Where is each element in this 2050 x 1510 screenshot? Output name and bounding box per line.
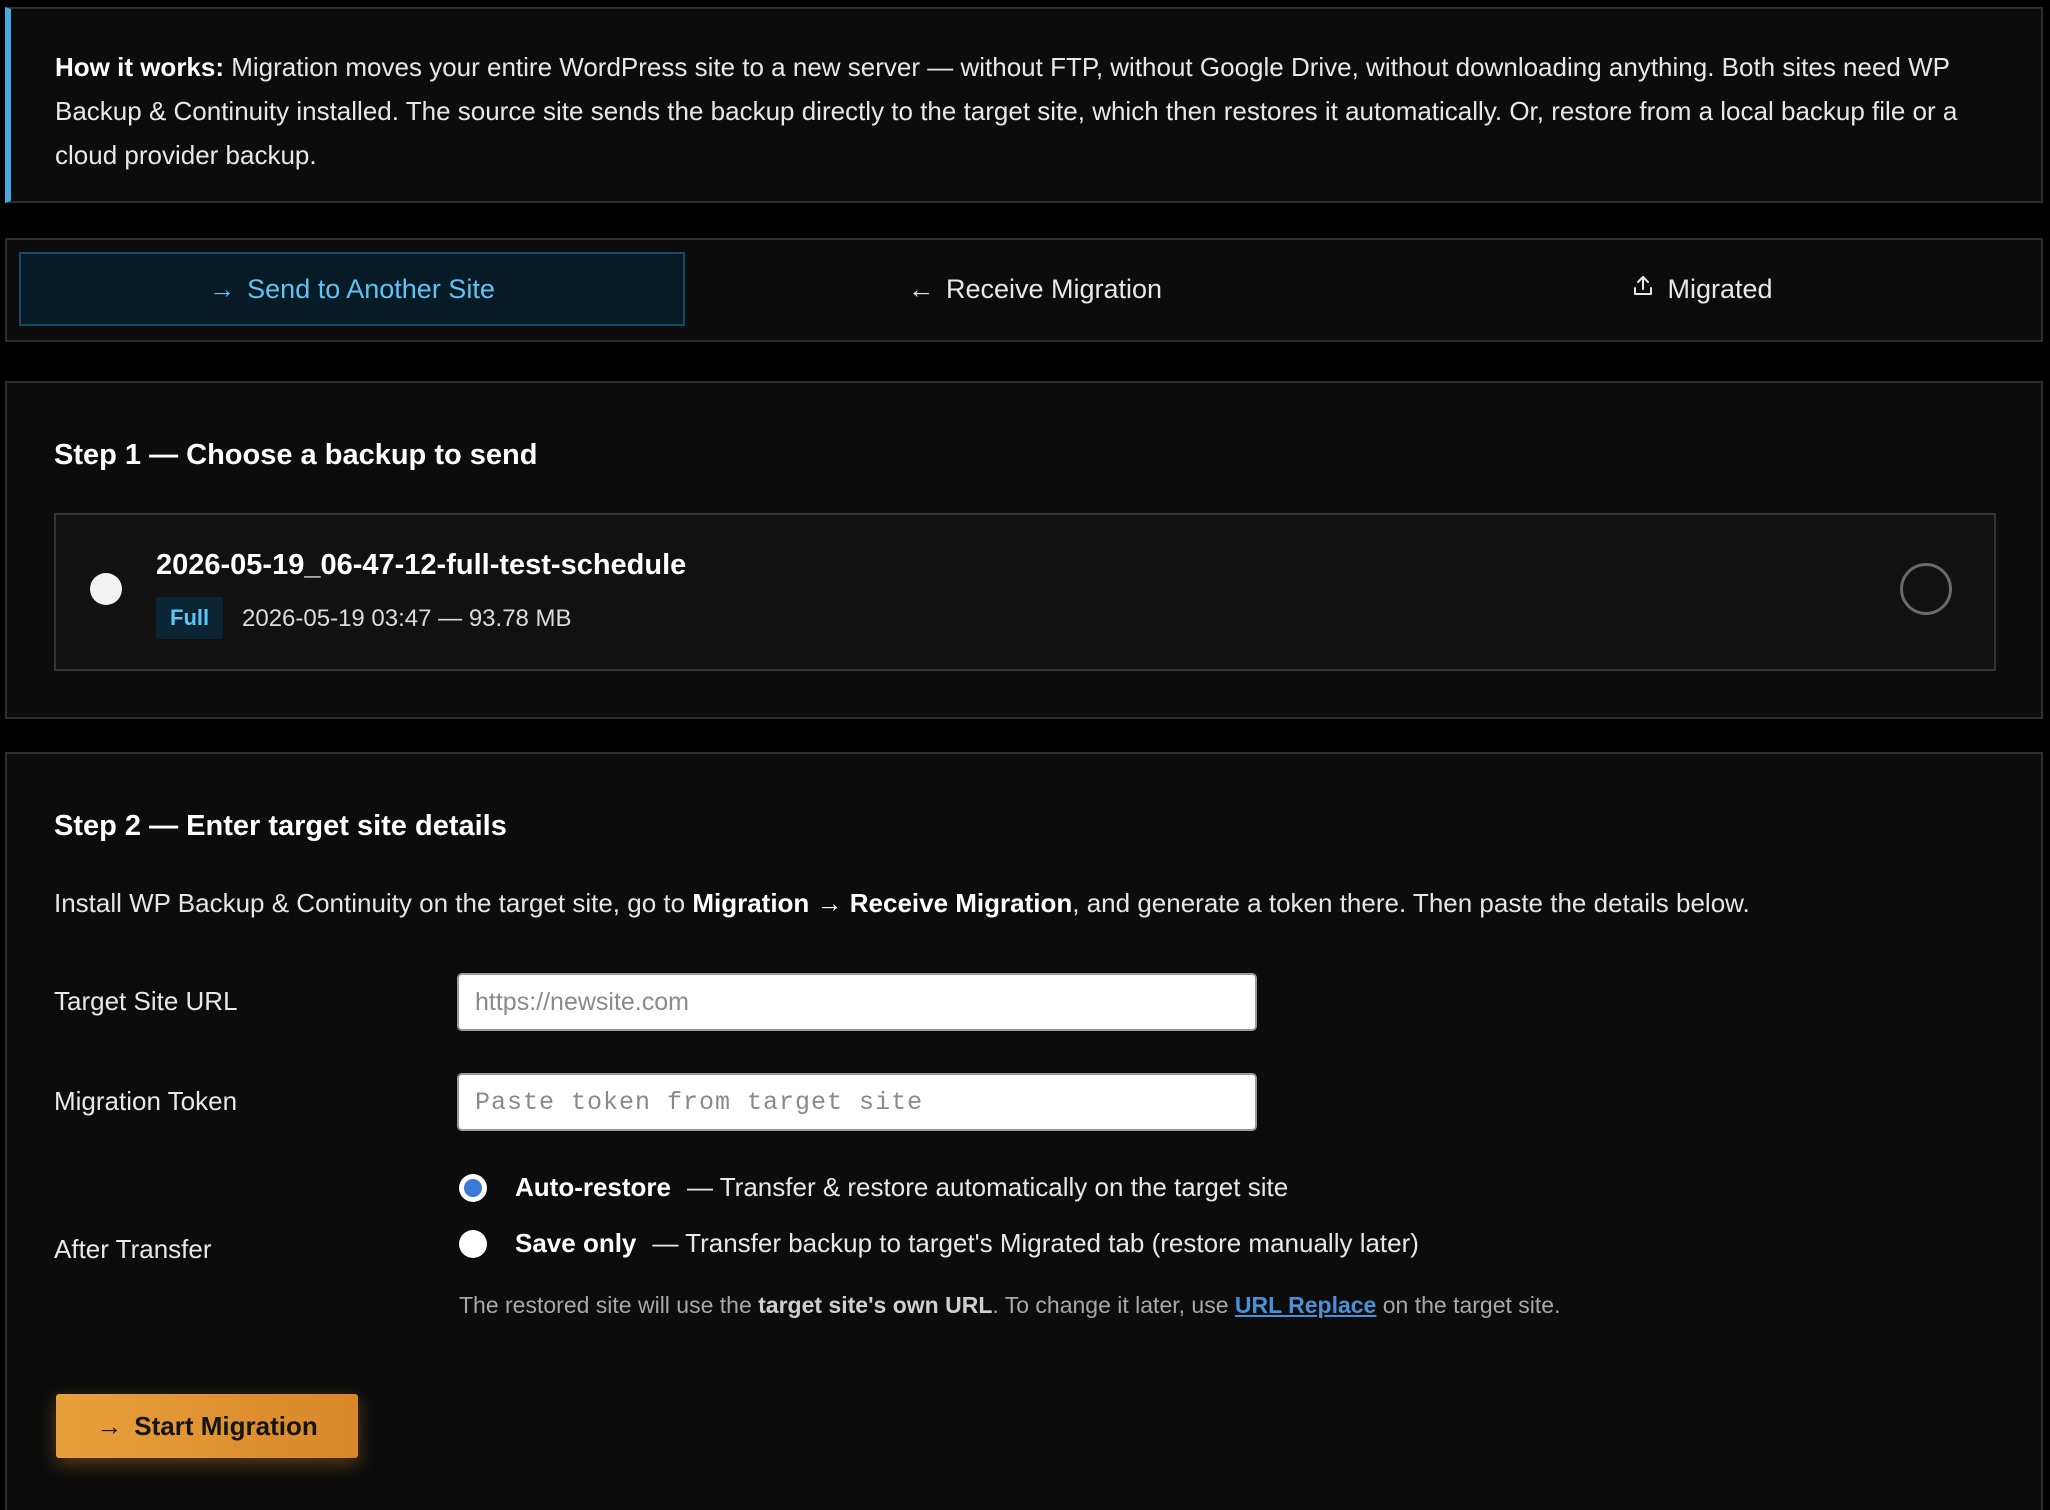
auto-restore-radio[interactable] — [459, 1173, 487, 1202]
step2-description: Install WP Backup & Continuity on the ta… — [54, 888, 1750, 919]
target-url-label: Target Site URL — [54, 986, 238, 1016]
migration-token-label: Migration Token — [54, 1086, 238, 1116]
step1-panel: Step 1 — Choose a backup to send 2026-05… — [5, 381, 2043, 719]
backup-radio[interactable] — [90, 573, 122, 605]
note-bold: target site's own URL — [758, 1292, 993, 1318]
note-mid: . To change it later, use — [992, 1292, 1235, 1318]
backup-name: 2026-05-19_06-47-12-full-test-schedule — [156, 549, 687, 581]
option-desc: — Transfer backup to target's Migrated t… — [652, 1228, 1419, 1258]
start-migration-button[interactable]: → Start Migration — [56, 1394, 358, 1458]
option-desc: — Transfer & restore automatically on th… — [687, 1172, 1289, 1202]
arrow-right-icon: → — [96, 1410, 123, 1441]
backup-type-badge: Full — [156, 597, 224, 639]
migration-page: How it works: Migration moves your entir… — [0, 0, 2050, 1510]
option-title: Save only — [515, 1228, 637, 1258]
step2-title: Step 2 — Enter target site details — [54, 810, 507, 842]
target-url-input[interactable] — [457, 973, 1257, 1031]
note-suffix: on the target site. — [1376, 1292, 1561, 1318]
tab-label: Send to Another Site — [247, 273, 495, 304]
backup-meta: 2026-05-19 03:47 — 93.78 MB — [242, 605, 572, 632]
tab-label: Receive Migration — [945, 273, 1163, 304]
how-it-works-text: Migration moves your entire WordPress si… — [55, 52, 1958, 170]
option-title: Auto-restore — [515, 1172, 672, 1202]
option-save-only[interactable]: Save only — Transfer backup to target's … — [459, 1228, 1419, 1259]
desc-suffix: , and generate a token there. Then paste… — [1072, 888, 1750, 918]
tab-label: Migrated — [1667, 273, 1773, 304]
tab-receive-migration[interactable]: ← Receive Migration — [702, 252, 1368, 326]
tab-send-to-another-site[interactable]: → Send to Another Site — [19, 252, 685, 326]
note-prefix: The restored site will use the — [459, 1292, 759, 1318]
how-it-works-label: How it works: — [55, 52, 225, 82]
migration-tabs: → Send to Another Site ← Receive Migrati… — [5, 238, 2043, 342]
step2-panel: Step 2 — Enter target site details Insta… — [5, 752, 2043, 1510]
step1-title: Step 1 — Choose a backup to send — [54, 439, 538, 471]
option-auto-restore[interactable]: Auto-restore — Transfer & restore automa… — [459, 1172, 1288, 1203]
desc-prefix: Install WP Backup & Continuity on the ta… — [54, 888, 693, 918]
migration-token-input[interactable] — [457, 1073, 1257, 1131]
save-only-radio[interactable] — [459, 1229, 487, 1258]
how-it-works-notice: How it works: Migration moves your entir… — [5, 7, 2043, 203]
desc-bold: Migration → Receive Migration — [692, 888, 1073, 918]
tab-migrated[interactable]: Migrated — [1369, 252, 2035, 326]
after-transfer-label: After Transfer — [54, 1234, 212, 1264]
backup-option[interactable]: 2026-05-19_06-47-12-full-test-schedule F… — [54, 513, 1996, 671]
arrow-left-icon: ← — [907, 273, 934, 304]
backup-select-circle-icon[interactable] — [1900, 563, 1952, 615]
start-migration-label: Start Migration — [134, 1410, 318, 1441]
arrow-right-icon: → — [209, 273, 236, 304]
upload-icon — [1631, 274, 1655, 305]
url-replace-link[interactable]: URL Replace — [1235, 1292, 1376, 1318]
url-note: The restored site will use the target si… — [459, 1292, 1560, 1319]
